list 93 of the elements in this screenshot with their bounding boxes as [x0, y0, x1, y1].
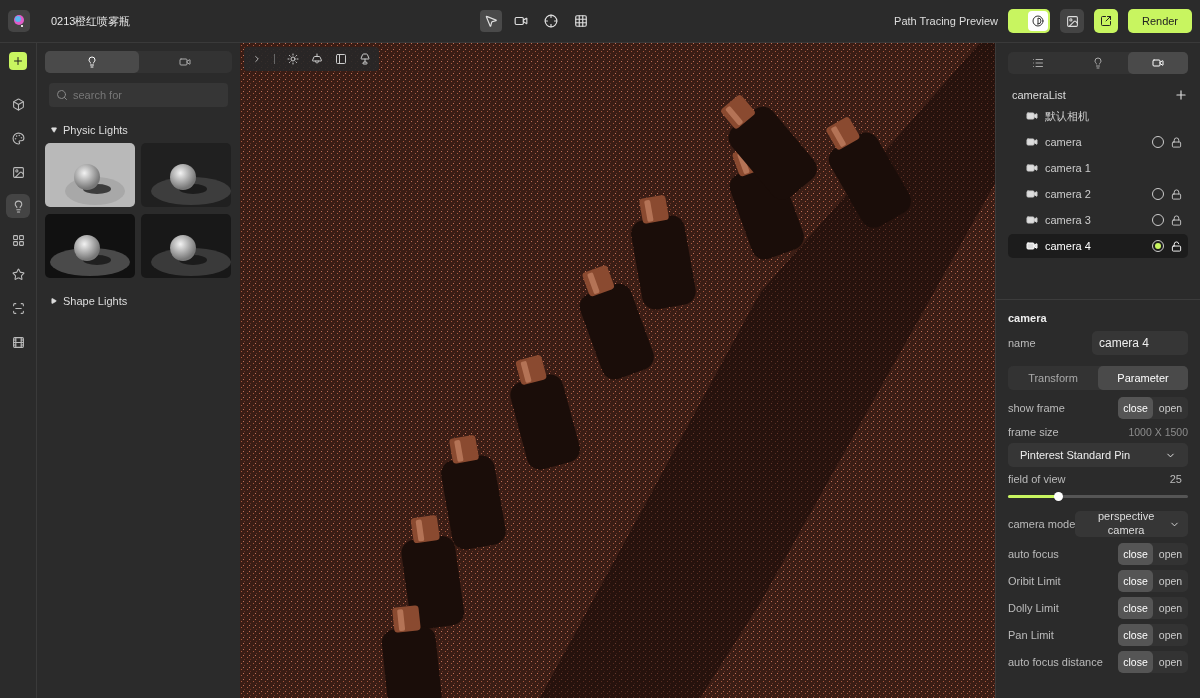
- star-icon: [11, 267, 25, 281]
- grid-icon: [574, 14, 589, 28]
- search-field[interactable]: search for: [49, 83, 228, 107]
- expand-icon: [51, 298, 57, 304]
- ceiling-button[interactable]: [359, 53, 371, 65]
- field-label: frame size: [1008, 426, 1059, 438]
- add-camera-button[interactable]: [1174, 88, 1188, 102]
- field-label: auto focus distance: [1008, 655, 1103, 668]
- field-label: auto focus: [1008, 547, 1059, 560]
- camera-list-item[interactable]: 默认相机: [1008, 104, 1188, 128]
- toggle-option[interactable]: open: [1153, 396, 1188, 419]
- tab[interactable]: Parameter: [1098, 366, 1188, 390]
- camera-list-item[interactable]: camera 4: [1008, 234, 1188, 258]
- toggle-option[interactable]: close: [1118, 650, 1153, 673]
- expand-button[interactable]: [252, 54, 262, 64]
- field-label: camera mode: [1008, 518, 1076, 530]
- camera-list-item[interactable]: camera: [1008, 130, 1188, 154]
- name-field[interactable]: camera 4: [1092, 331, 1188, 355]
- toggle-option[interactable]: close: [1118, 596, 1153, 619]
- mode-select[interactable]: perspective camera: [1075, 511, 1188, 537]
- toggle-option[interactable]: open: [1153, 623, 1188, 646]
- palette-icon: [11, 131, 25, 145]
- field-label: Oribit Limit: [1008, 574, 1061, 587]
- list-title: cameraList: [1012, 89, 1066, 101]
- camera-icon: [1026, 110, 1038, 122]
- group-header[interactable]: Physic Lights: [45, 122, 232, 138]
- collapse-icon: [51, 127, 57, 133]
- field-label: field of view: [1008, 473, 1066, 485]
- sun-button[interactable]: [287, 53, 299, 65]
- panel-icon: [335, 53, 347, 65]
- unlock-icon[interactable]: [1171, 240, 1182, 252]
- camera-icon: [1026, 188, 1038, 200]
- camera-icon: [179, 56, 192, 68]
- plus-icon: [12, 55, 24, 67]
- lamp-icon: [359, 53, 371, 65]
- field-label: name: [1008, 337, 1036, 349]
- tab[interactable]: Transform: [1008, 366, 1098, 390]
- camera-list-item[interactable]: camera 3: [1008, 208, 1188, 232]
- export-icon: [1100, 15, 1112, 27]
- sun-icon: [287, 53, 299, 65]
- image-icon: [1065, 14, 1079, 28]
- field-label: show frame: [1008, 401, 1065, 414]
- add-button[interactable]: [9, 52, 27, 70]
- section-title: camera: [1008, 312, 1048, 324]
- contrast-icon: [1032, 15, 1044, 27]
- field-label: Pan Limit: [1008, 628, 1054, 641]
- toggle-option[interactable]: close: [1118, 569, 1153, 592]
- preset-dropdown[interactable]: Pinterest Standard Pin: [1008, 443, 1188, 467]
- camera-icon: [1026, 136, 1038, 148]
- lightbulb-icon: [1092, 57, 1104, 69]
- lamp-icon: [311, 53, 323, 65]
- film-icon: [11, 335, 25, 349]
- camera-list-item[interactable]: camera 1: [1008, 156, 1188, 180]
- camera-icon: [1026, 214, 1038, 226]
- scan-icon: [11, 301, 25, 315]
- field-label: Dolly Limit: [1008, 601, 1059, 614]
- camera-icon: [514, 14, 529, 28]
- list-icon: [1032, 57, 1044, 69]
- toggle-option[interactable]: open: [1153, 596, 1188, 619]
- panel-button[interactable]: [335, 53, 347, 65]
- path-tracing-label: Path Tracing Preview: [894, 15, 998, 27]
- toggle-option[interactable]: close: [1118, 542, 1153, 565]
- apps-icon: [11, 233, 25, 247]
- image-button[interactable]: [1060, 9, 1084, 33]
- lock-icon[interactable]: [1171, 136, 1182, 148]
- image-icon: [11, 165, 25, 179]
- project-title: 0213橙红喷雾瓶: [51, 13, 131, 29]
- slider-value: 25: [1169, 473, 1182, 485]
- toggle-option[interactable]: open: [1153, 569, 1188, 592]
- camera-list-item[interactable]: camera 2: [1008, 182, 1188, 206]
- toggle-option[interactable]: close: [1118, 623, 1153, 646]
- pointer-icon: [484, 14, 499, 28]
- export-button[interactable]: [1094, 9, 1118, 33]
- camera-icon: [1152, 57, 1164, 69]
- toggle-option[interactable]: open: [1153, 650, 1188, 673]
- app-logo[interactable]: [8, 10, 30, 32]
- group-header[interactable]: Shape Lights: [45, 293, 232, 309]
- lock-icon[interactable]: [1171, 214, 1182, 226]
- lock-icon[interactable]: [1171, 188, 1182, 200]
- path-tracing-switch[interactable]: [1008, 9, 1050, 33]
- pointer-tool[interactable]: [480, 10, 503, 32]
- render-button[interactable]: Render: [1128, 9, 1192, 33]
- camera-icon: [1026, 162, 1038, 174]
- toggle-option[interactable]: close: [1118, 396, 1153, 419]
- cube-icon: [11, 97, 25, 111]
- camera-icon: [1026, 240, 1038, 252]
- lightbulb-icon: [85, 56, 98, 68]
- slider-thumb[interactable]: [1053, 491, 1063, 501]
- lamp-button[interactable]: [311, 53, 323, 65]
- camera-tab[interactable]: [1128, 52, 1188, 74]
- light-tab[interactable]: [6, 194, 30, 218]
- crosshair-icon: [544, 14, 559, 28]
- toggle-option[interactable]: open: [1153, 542, 1188, 565]
